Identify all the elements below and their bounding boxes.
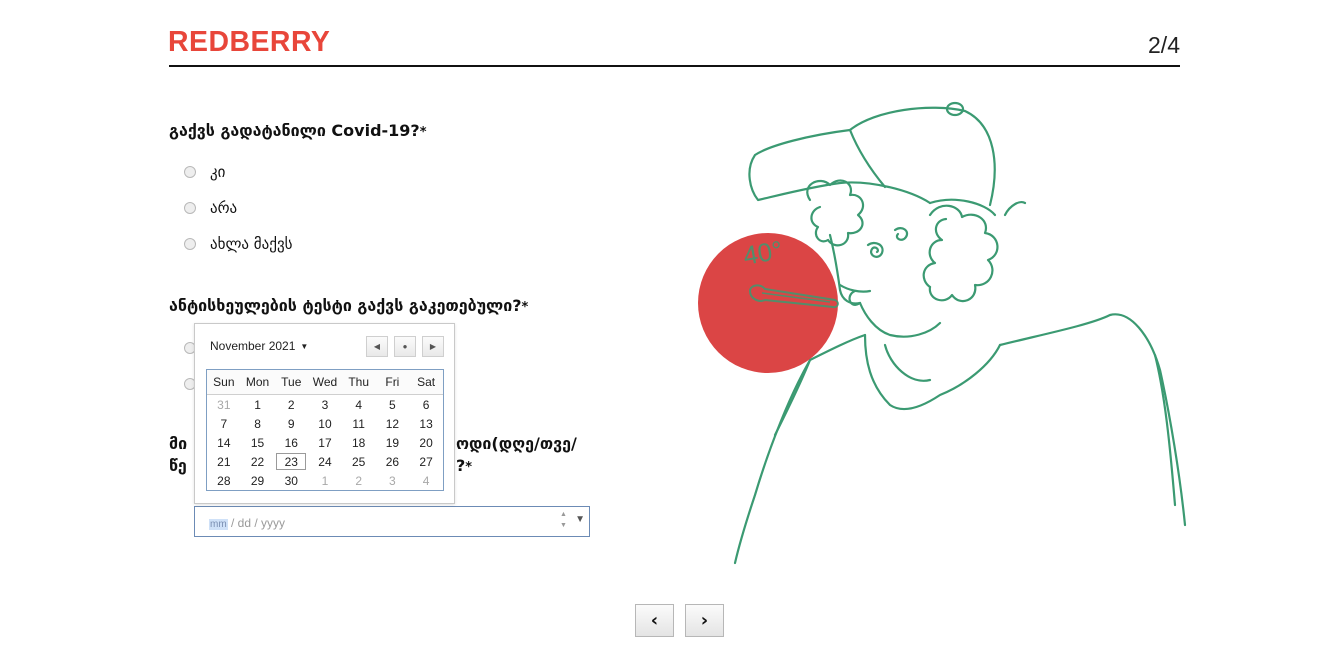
question-antibody-test: ანტისხეულების ტესტი გაქვს გაკეთებული?* bbox=[169, 296, 528, 315]
calendar-day[interactable]: 11 bbox=[342, 414, 376, 433]
question-covid: გაქვს გადატანილი Covid-19?* bbox=[169, 121, 427, 140]
calendar-week-row: 14 15 16 17 18 19 20 bbox=[207, 433, 443, 452]
question-date-line2-start: წე bbox=[169, 456, 187, 475]
calendar-day[interactable]: 24 bbox=[308, 452, 342, 471]
weekday-header-row: Sun Mon Tue Wed Thu Fri Sat bbox=[207, 370, 443, 395]
calendar-day[interactable]: 6 bbox=[409, 395, 443, 415]
calendar-week-row: 28 29 30 1 2 3 4 bbox=[207, 471, 443, 490]
required-mark: * bbox=[521, 300, 529, 315]
calendar-day[interactable]: 3 bbox=[376, 471, 410, 490]
calendar-day[interactable]: 30 bbox=[274, 471, 308, 490]
radio-option-yes[interactable]: კი bbox=[184, 163, 225, 181]
date-placeholder: mm / dd / yyyy bbox=[209, 516, 285, 530]
radio-button[interactable] bbox=[184, 238, 196, 250]
calendar-day[interactable]: 29 bbox=[241, 471, 275, 490]
month-label: November 2021 bbox=[210, 339, 296, 353]
calendar-day[interactable]: 28 bbox=[207, 471, 241, 490]
calendar-day[interactable]: 15 bbox=[241, 433, 275, 452]
prev-page-button[interactable]: ‹ bbox=[635, 604, 674, 637]
calendar-day[interactable]: 27 bbox=[409, 452, 443, 471]
sick-person-illustration: 40° bbox=[698, 101, 1187, 565]
calendar-day[interactable]: 13 bbox=[409, 414, 443, 433]
weekday-label: Fri bbox=[375, 370, 410, 395]
calendar-day[interactable]: 9 bbox=[274, 414, 308, 433]
spin-buttons[interactable]: ▲ ▼ bbox=[558, 509, 569, 533]
month-selector[interactable]: November 2021 ▼ bbox=[210, 339, 308, 353]
caret-down-icon: ▼ bbox=[300, 342, 309, 351]
calendar-day[interactable]: 18 bbox=[342, 433, 376, 452]
radio-label: კი bbox=[210, 163, 226, 181]
radio-button[interactable] bbox=[184, 166, 196, 178]
question-covid-text: გაქვს გადატანილი Covid-19? bbox=[169, 121, 420, 140]
redberry-logo: REDBERRY bbox=[168, 26, 331, 58]
question-antibody-text: ანტისხეულების ტესტი გაქვს გაკეთებული? bbox=[169, 296, 522, 315]
spin-up-icon[interactable]: ▲ bbox=[560, 511, 567, 518]
date-picker-popup: November 2021 ▼ ◀ ● ▶ Sun Mon Tue Wed Thu… bbox=[194, 323, 455, 504]
question-date-qmark: ? bbox=[456, 456, 466, 475]
next-month-button[interactable]: ▶ bbox=[422, 336, 444, 357]
question-date-line1-end: ოდი(დღე/თვე/ bbox=[456, 434, 577, 453]
dropdown-arrow-icon[interactable]: ▼ bbox=[575, 514, 585, 525]
calendar-day[interactable]: 2 bbox=[274, 395, 308, 415]
calendar-day[interactable]: 31 bbox=[207, 395, 241, 415]
prev-month-button[interactable]: ◀ bbox=[366, 336, 388, 357]
today-button[interactable]: ● bbox=[394, 336, 416, 357]
weekday-label: Sun bbox=[207, 370, 241, 395]
calendar-day[interactable]: 1 bbox=[308, 471, 342, 490]
header-divider bbox=[169, 65, 1180, 67]
calendar-day[interactable]: 16 bbox=[274, 433, 308, 452]
date-rest-segments[interactable]: / dd / yyyy bbox=[231, 516, 285, 530]
weekday-label: Wed bbox=[308, 370, 342, 395]
today-marker: 23 bbox=[276, 453, 307, 470]
weekday-label: Thu bbox=[341, 370, 376, 395]
calendar-day[interactable]: 14 bbox=[207, 433, 241, 452]
question-date-line2-end: ?* bbox=[456, 456, 472, 475]
radio-option-now[interactable]: ახლა მაქვს bbox=[184, 235, 292, 253]
calendar-week-row: 31 1 2 3 4 5 6 bbox=[207, 395, 443, 415]
calendar-day[interactable]: 10 bbox=[308, 414, 342, 433]
calendar-grid: Sun Mon Tue Wed Thu Fri Sat 31 1 2 3 4 5 bbox=[206, 369, 444, 491]
radio-option-no[interactable]: არა bbox=[184, 199, 237, 217]
calendar-day[interactable]: 2 bbox=[342, 471, 376, 490]
calendar-day[interactable]: 3 bbox=[308, 395, 342, 415]
calendar-day[interactable]: 17 bbox=[308, 433, 342, 452]
calendar-day[interactable]: 19 bbox=[376, 433, 410, 452]
calendar-day[interactable]: 7 bbox=[207, 414, 241, 433]
calendar-day[interactable]: 21 bbox=[207, 452, 241, 471]
required-mark: * bbox=[465, 460, 473, 475]
calendar-day[interactable]: 8 bbox=[241, 414, 275, 433]
calendar-day-today[interactable]: 23 bbox=[274, 452, 308, 471]
date-input[interactable]: mm / dd / yyyy ▲ ▼ ▼ bbox=[194, 506, 590, 537]
calendar-week-row: 21 22 23 24 25 26 27 bbox=[207, 452, 443, 471]
weekday-label: Tue bbox=[274, 370, 309, 395]
radio-label: ახლა მაქვს bbox=[210, 235, 293, 253]
question-date-line1-start: მი bbox=[169, 434, 188, 453]
radio-label: არა bbox=[210, 199, 238, 217]
spin-down-icon[interactable]: ▼ bbox=[560, 522, 567, 529]
step-counter: 2/4 bbox=[1148, 32, 1180, 58]
weekday-label: Mon bbox=[240, 370, 275, 395]
next-page-button[interactable]: › bbox=[685, 604, 724, 637]
calendar-day[interactable]: 20 bbox=[409, 433, 443, 452]
calendar-day[interactable]: 12 bbox=[376, 414, 410, 433]
month-segment[interactable]: mm bbox=[209, 519, 228, 530]
calendar-day[interactable]: 26 bbox=[376, 452, 410, 471]
calendar-week-row: 7 8 9 10 11 12 13 bbox=[207, 414, 443, 433]
calendar-day[interactable]: 5 bbox=[376, 395, 410, 415]
calendar-day[interactable]: 4 bbox=[409, 471, 443, 490]
calendar-day[interactable]: 1 bbox=[241, 395, 275, 415]
weekday-label: Sat bbox=[409, 370, 443, 395]
calendar-day[interactable]: 4 bbox=[342, 395, 376, 415]
radio-button[interactable] bbox=[184, 202, 196, 214]
calendar-day[interactable]: 22 bbox=[241, 452, 275, 471]
calendar-day[interactable]: 25 bbox=[342, 452, 376, 471]
required-mark: * bbox=[419, 125, 427, 140]
